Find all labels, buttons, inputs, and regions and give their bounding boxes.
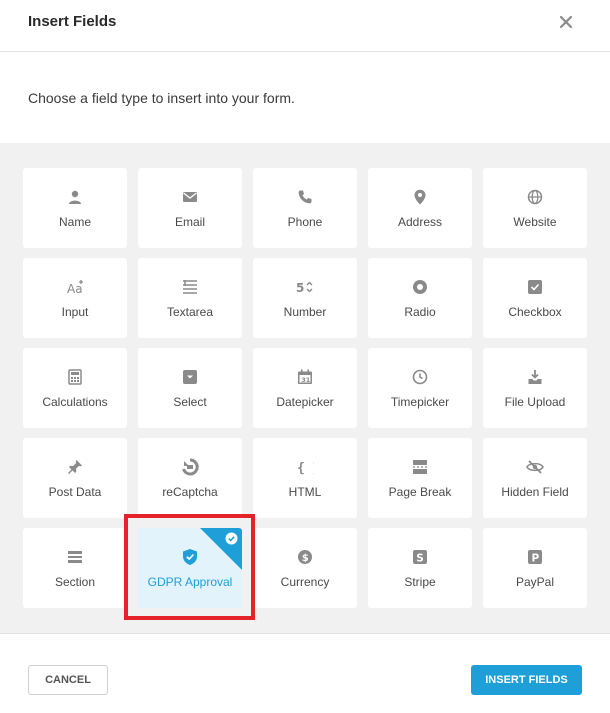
field-card-label: Timepicker [390,395,450,409]
field-card-label: HTML [288,485,322,499]
section-icon [68,551,82,563]
phone-icon [298,190,312,204]
close-icon[interactable] [556,12,576,32]
check-circle-icon [225,532,238,545]
field-card-select[interactable]: Select [138,348,242,428]
recaptcha-icon [182,458,199,476]
field-card-label: Address [397,215,443,229]
svg-text:5: 5 [296,281,304,295]
text-input-icon: Aa [67,280,83,295]
calendar-icon: 31 [298,369,312,384]
eye-off-icon [526,460,544,474]
field-card-website[interactable]: Website [483,168,587,248]
field-card-stripe[interactable]: S Stripe [368,528,472,608]
field-card-currency[interactable]: $ Currency [253,528,357,608]
radio-icon [413,280,427,294]
field-card-gdpr-approval[interactable]: GDPR Approval [138,528,242,608]
field-card-checkbox[interactable]: Checkbox [483,258,587,338]
field-card-radio[interactable]: Radio [368,258,472,338]
field-card-number[interactable]: 5 Number [253,258,357,338]
envelope-icon [183,192,197,202]
field-card-name[interactable]: Name [23,168,127,248]
field-card-post-data[interactable]: Post Data [23,438,127,518]
insert-fields-button[interactable]: INSERT FIELDS [471,665,582,695]
field-card-calculations[interactable]: Calculations [23,348,127,428]
field-card-textarea[interactable]: Textarea [138,258,242,338]
insert-fields-dialog: Insert Fields Choose a field type to ins… [0,0,610,713]
person-icon [69,190,81,204]
checkbox-icon [528,280,542,294]
field-card-label: Name [58,215,91,229]
number-icon: 5 [296,281,313,295]
field-card-label: Website [513,215,557,229]
dialog-header: Insert Fields [0,0,610,52]
field-card-address[interactable]: Address [368,168,472,248]
map-pin-icon [414,189,426,205]
field-card-label: Post Data [48,485,102,499]
field-card-label: GDPR Approval [147,575,233,589]
dollar-icon: $ [298,550,312,564]
field-card-label: Stripe [404,575,436,589]
field-card-label: Section [54,575,96,589]
svg-text:{ }: { } [297,461,314,475]
field-card-label: Hidden Field [501,485,569,499]
field-card-label: Select [173,395,207,409]
calculator-icon [68,369,82,385]
field-card-label: reCaptcha [162,485,218,499]
field-card-recaptcha[interactable]: reCaptcha [138,438,242,518]
svg-text:$: $ [302,553,309,564]
field-card-label: PayPal [515,575,555,589]
field-card-label: Checkbox [508,305,562,319]
field-card-label: Datepicker [276,395,334,409]
field-card-label: Page Break [388,485,452,499]
svg-text:S: S [416,552,424,564]
field-type-grid: Name Email Phone Address Website Aa Inpu… [0,143,610,633]
field-card-section[interactable]: Section [23,528,127,608]
dialog-title: Insert Fields [28,13,117,30]
field-card-datepicker[interactable]: 31 Datepicker [253,348,357,428]
globe-icon [527,189,543,205]
field-card-label: File Upload [504,395,566,409]
field-card-hidden-field[interactable]: Hidden Field [483,438,587,518]
svg-text:31: 31 [301,376,311,384]
field-card-label: Calculations [42,395,108,409]
field-card-label: Phone [287,215,323,229]
field-card-email[interactable]: Email [138,168,242,248]
dialog-footer: CANCEL INSERT FIELDS [0,633,610,713]
field-card-file-upload[interactable]: File Upload [483,348,587,428]
dialog-description: Choose a field type to insert into your … [28,90,295,106]
cancel-button[interactable]: CANCEL [28,665,108,695]
upload-icon [528,370,542,384]
pin-icon [68,460,82,474]
field-card-label: Input [61,305,89,319]
textarea-icon [183,280,197,294]
field-card-phone[interactable]: Phone [253,168,357,248]
field-card-paypal[interactable]: P PayPal [483,528,587,608]
field-card-label: Number [283,305,327,319]
field-card-input[interactable]: Aa Input [23,258,127,338]
code-braces-icon: { } [297,461,314,475]
shield-check-icon [183,549,197,565]
svg-text:Aa: Aa [67,282,83,295]
field-card-label: Textarea [166,305,214,319]
select-icon [183,370,197,384]
field-card-label: Radio [404,305,436,319]
field-card-label: Currency [280,575,330,589]
field-card-timepicker[interactable]: Timepicker [368,348,472,428]
field-card-html[interactable]: { } HTML [253,438,357,518]
field-card-page-break[interactable]: Page Break [368,438,472,518]
stripe-icon: S [413,550,427,564]
field-card-label: Email [174,215,205,229]
svg-text:P: P [532,552,540,564]
page-break-icon [413,460,427,474]
paypal-icon: P [528,550,542,564]
clock-icon [412,369,428,385]
